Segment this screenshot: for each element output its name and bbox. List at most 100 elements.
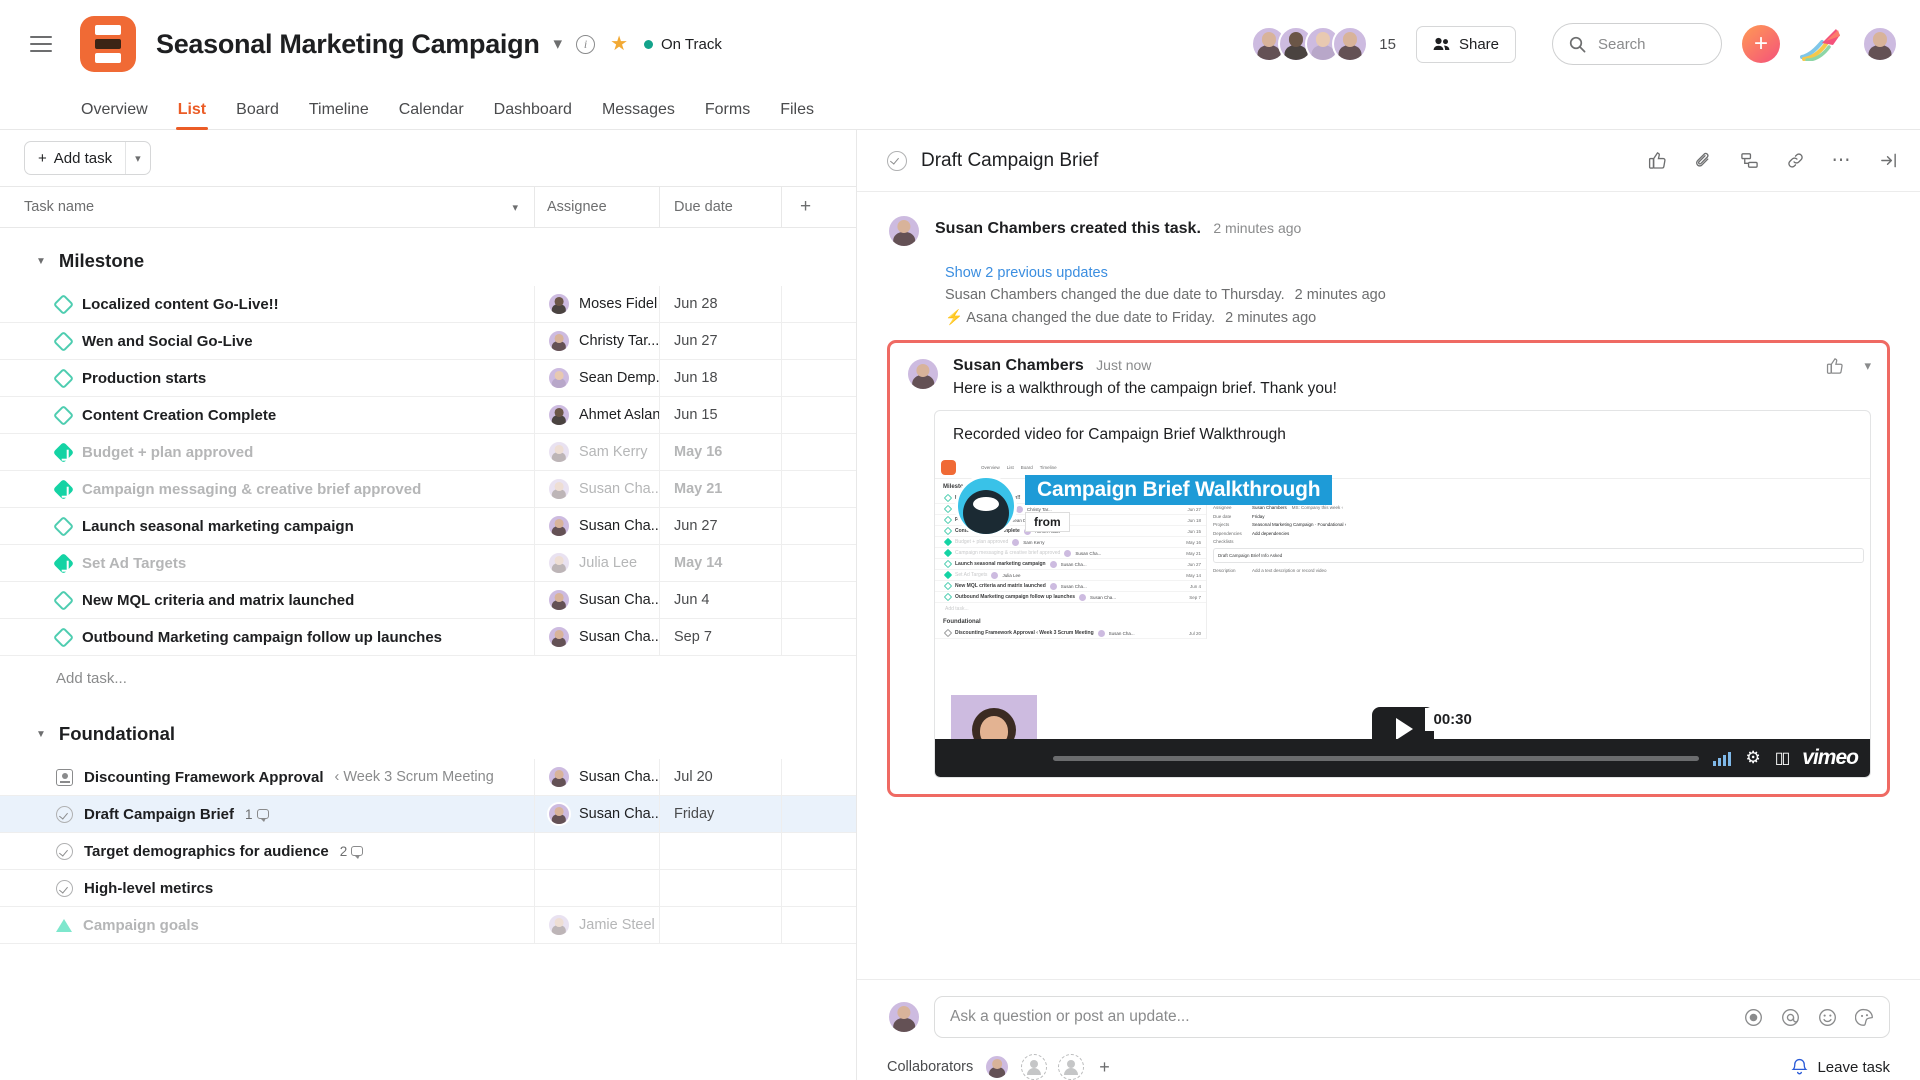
video-controls-bar[interactable]: ⚙ ▯▯ vimeo (935, 739, 1870, 777)
table-row[interactable]: Campaign messaging & creative brief appr… (0, 471, 856, 508)
due-date[interactable]: May 21 (659, 471, 781, 507)
avatar-placeholder[interactable] (1058, 1054, 1084, 1080)
due-date[interactable]: May 16 (659, 434, 781, 470)
video-attachment-card[interactable]: Recorded video for Campaign Brief Walkth… (934, 410, 1871, 778)
sticker-icon[interactable] (1855, 1008, 1874, 1027)
avatar-placeholder[interactable] (1021, 1054, 1047, 1080)
share-button[interactable]: Share (1416, 26, 1516, 63)
table-row[interactable]: Wen and Social Go-Live Christy Tar... Ju… (0, 323, 856, 360)
milestone-diamond-filled-icon[interactable] (53, 478, 74, 499)
due-date[interactable]: Jun 4 (659, 582, 781, 618)
user-avatar[interactable] (1862, 26, 1898, 62)
milestone-diamond-icon[interactable] (53, 404, 74, 425)
progress-bar[interactable] (1053, 756, 1699, 761)
milestone-diamond-filled-icon[interactable] (53, 441, 74, 462)
tab-dashboard[interactable]: Dashboard (479, 101, 587, 129)
avatar[interactable] (984, 1054, 1010, 1080)
star-icon[interactable]: ★ (610, 34, 628, 54)
rocket-icon[interactable] (1800, 27, 1842, 61)
hamburger-icon[interactable] (24, 27, 58, 61)
info-icon[interactable]: i (576, 35, 595, 54)
mention-icon[interactable] (1781, 1008, 1800, 1027)
table-row[interactable]: Content Creation Complete Ahmet Aslan Ju… (0, 397, 856, 434)
table-row[interactable]: Campaign goals Jamie Steel (0, 907, 856, 944)
show-previous-updates-link[interactable]: Show 2 previous updates (945, 262, 1890, 284)
fullscreen-icon[interactable]: ▯▯ (1775, 748, 1789, 768)
link-icon[interactable] (1786, 151, 1805, 170)
due-date[interactable]: Jun 18 (659, 360, 781, 396)
paperclip-icon[interactable] (1694, 151, 1713, 170)
milestone-diamond-icon[interactable] (53, 330, 74, 351)
status-badge[interactable]: On Track (644, 36, 722, 53)
table-row[interactable]: Launch seasonal marketing campaign Susan… (0, 508, 856, 545)
add-column-button[interactable]: + (781, 187, 856, 227)
section-header-foundational[interactable]: ▼ Foundational (0, 701, 856, 759)
milestone-diamond-icon[interactable] (53, 515, 74, 536)
table-row[interactable]: Budget + plan approved Sam Kerry May 16 (0, 434, 856, 471)
due-date[interactable]: Jun 27 (659, 508, 781, 544)
due-date[interactable]: Sep 7 (659, 619, 781, 655)
due-date[interactable]: Friday (659, 796, 781, 832)
tab-files[interactable]: Files (765, 101, 829, 129)
chevron-down-icon[interactable]: ▾ (554, 34, 563, 54)
add-task-button[interactable]: + Add task ▾ (24, 141, 151, 175)
create-button[interactable]: + (1742, 25, 1780, 63)
add-collaborator-button[interactable]: + (1099, 1057, 1110, 1078)
milestone-diamond-icon[interactable] (53, 367, 74, 388)
tab-list[interactable]: List (163, 101, 221, 129)
due-date[interactable]: Jun 28 (659, 286, 781, 322)
table-row-selected[interactable]: Draft Campaign Brief 1 Susan Cha... Frid… (0, 796, 856, 833)
member-avatar-stack[interactable]: 15 (1251, 26, 1396, 62)
tab-forms[interactable]: Forms (690, 101, 765, 129)
subtask-icon[interactable] (1740, 151, 1759, 170)
milestone-diamond-icon[interactable] (53, 626, 74, 647)
record-video-icon[interactable] (1744, 1008, 1763, 1027)
table-row[interactable]: Production starts Sean Demp... Jun 18 (0, 360, 856, 397)
caret-down-icon[interactable]: ▼ (36, 729, 46, 740)
tab-overview[interactable]: Overview (66, 101, 163, 129)
tab-calendar[interactable]: Calendar (384, 101, 479, 129)
chevron-down-icon[interactable]: ▾ (126, 142, 150, 174)
due-date[interactable]: May 14 (659, 545, 781, 581)
chevron-down-icon[interactable]: ▾ (512, 201, 518, 214)
search-input[interactable]: Search (1552, 23, 1722, 65)
tab-messages[interactable]: Messages (587, 101, 690, 129)
table-row[interactable]: Outbound Marketing campaign follow up la… (0, 619, 856, 656)
table-row[interactable]: Discounting Framework Approval ‹ Week 3 … (0, 759, 856, 796)
task-parent-link[interactable]: ‹ Week 3 Scrum Meeting (334, 769, 493, 785)
due-date[interactable]: Jul 20 (659, 759, 781, 795)
comment-input[interactable]: Ask a question or post an update... (934, 996, 1890, 1038)
tab-timeline[interactable]: Timeline (294, 101, 384, 129)
check-circle-icon[interactable] (56, 806, 73, 823)
table-row[interactable]: Set Ad Targets Julia Lee May 14 (0, 545, 856, 582)
chevron-down-icon[interactable]: ▾ (1864, 358, 1871, 374)
ellipsis-icon[interactable]: ⋯ (1832, 149, 1853, 172)
milestone-diamond-icon[interactable] (53, 589, 74, 610)
due-date[interactable] (659, 907, 781, 943)
add-task-inline[interactable]: Add task... (0, 656, 856, 701)
video-player[interactable]: OverviewListBoardTimeline Milestone Loca… (935, 457, 1870, 777)
triangle-icon[interactable] (56, 919, 72, 932)
caret-down-icon[interactable]: ▼ (36, 256, 46, 267)
volume-icon[interactable] (1713, 750, 1731, 766)
thumbs-up-icon[interactable] (1648, 151, 1667, 170)
milestone-diamond-icon[interactable] (53, 293, 74, 314)
leave-task-button[interactable]: Leave task (1791, 1058, 1890, 1076)
table-row[interactable]: New MQL criteria and matrix launched Sus… (0, 582, 856, 619)
check-circle-icon[interactable] (56, 843, 73, 860)
milestone-diamond-filled-icon[interactable] (53, 552, 74, 573)
due-date[interactable]: Jun 27 (659, 323, 781, 359)
emoji-icon[interactable] (1818, 1008, 1837, 1027)
tab-board[interactable]: Board (221, 101, 294, 129)
thumbs-up-icon[interactable] (1826, 357, 1844, 375)
table-row[interactable]: Target demographics for audience 2 (0, 833, 856, 870)
check-circle-icon[interactable] (887, 151, 907, 171)
section-header-milestone[interactable]: ▼ Milestone (0, 228, 856, 286)
due-date[interactable]: Jun 15 (659, 397, 781, 433)
check-circle-icon[interactable] (56, 880, 73, 897)
table-row[interactable]: Localized content Go-Live!! Moses Fidel … (0, 286, 856, 323)
table-row[interactable]: High-level metircs (0, 870, 856, 907)
gear-icon[interactable]: ⚙ (1745, 748, 1760, 768)
collapse-right-icon[interactable] (1879, 151, 1898, 170)
approval-icon[interactable] (56, 769, 73, 786)
